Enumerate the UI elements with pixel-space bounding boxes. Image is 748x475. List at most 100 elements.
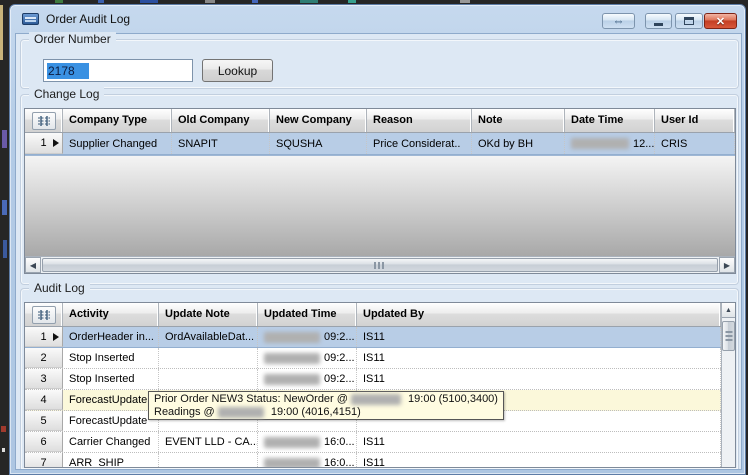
titlebar[interactable]: Order Audit Log ⇔ ✕	[10, 5, 745, 33]
resize-button[interactable]: ⇔	[602, 13, 635, 29]
audit-log-grid: Activity Update Note Updated Time Update…	[24, 302, 736, 468]
desktop-fragment	[3, 240, 7, 258]
column-chooser-icon	[37, 115, 50, 126]
maximize-button[interactable]	[675, 13, 703, 29]
audit-log-row-2[interactable]: 2 Stop Inserted 09:2... IS11	[25, 348, 721, 369]
cell-old-company[interactable]: SNAPIT	[172, 133, 270, 154]
column-chooser-button[interactable]	[31, 111, 56, 130]
minimize-button[interactable]	[645, 13, 672, 29]
desktop-fragment	[252, 0, 258, 3]
redacted-date	[351, 394, 401, 405]
desktop-fragment	[140, 0, 158, 3]
scroll-right-button[interactable]: ▶	[719, 257, 735, 273]
cell-new-company[interactable]: SQUSHA	[270, 133, 367, 154]
column-header-updated-by[interactable]: Updated By	[357, 303, 721, 326]
scroll-up-button[interactable]: ▲	[722, 303, 735, 318]
scroll-right-icon: ▶	[723, 260, 731, 270]
row-number-cell[interactable]: 6	[25, 432, 63, 452]
forecast-tooltip: Prior Order NEW3 Status: NewOrder @ 19:0…	[148, 391, 504, 420]
cell-updated-time[interactable]: 09:2...	[258, 369, 357, 389]
cell-updated-time[interactable]: 16:0...	[258, 453, 357, 467]
column-header-old-company[interactable]: Old Company	[172, 109, 270, 132]
column-chooser-button[interactable]	[31, 305, 56, 324]
redacted-date	[571, 138, 629, 149]
audit-log-row-3[interactable]: 3 Stop Inserted 09:2... IS11	[25, 369, 721, 390]
row-number-cell[interactable]: 1	[25, 133, 63, 154]
row-number-cell[interactable]: 4	[25, 390, 63, 410]
change-log-label: Change Log	[29, 87, 105, 101]
cell-update-note[interactable]: OrdAvailableDat...	[159, 327, 258, 347]
cell-updated-by[interactable]: IS11	[357, 327, 721, 347]
cell-company-type[interactable]: Supplier Changed	[63, 133, 172, 154]
cell-reason[interactable]: Price Considerat..	[367, 133, 472, 154]
row-indicator-icon	[53, 139, 59, 147]
cell-updated-time[interactable]: 16:0...	[258, 432, 357, 452]
column-header-note[interactable]: Note	[472, 109, 565, 132]
redacted-date	[264, 436, 320, 448]
cell-updated-by[interactable]: IS11	[357, 453, 721, 467]
cell-updated-by[interactable]: IS11	[357, 369, 721, 389]
column-header-updated-time[interactable]: Updated Time	[258, 303, 357, 326]
vertical-scrollbar[interactable]: ▲	[721, 303, 735, 467]
row-number-cell[interactable]: 2	[25, 348, 63, 368]
column-header-user-id[interactable]: User Id	[655, 109, 735, 132]
column-header-update-note[interactable]: Update Note	[159, 303, 258, 326]
redacted-date	[217, 407, 264, 418]
cell-note[interactable]: OKd by BH	[472, 133, 565, 154]
scroll-grip-icon	[725, 331, 732, 341]
order-number-input[interactable]: 2178	[43, 59, 193, 82]
cell-update-note[interactable]: EVENT LLD - CA...	[159, 432, 258, 452]
grid-empty-area	[25, 155, 735, 259]
desktop-fragment	[0, 5, 3, 60]
column-header-activity[interactable]: Activity	[63, 303, 159, 326]
grid-corner-cell[interactable]	[25, 303, 63, 326]
grid-corner-cell[interactable]	[25, 109, 63, 132]
column-header-date-time[interactable]: Date Time	[565, 109, 655, 132]
desktop-fragment	[2, 448, 5, 452]
audit-log-header-row: Activity Update Note Updated Time Update…	[25, 303, 721, 327]
row-number-cell[interactable]: 3	[25, 369, 63, 389]
cell-update-note[interactable]	[159, 348, 258, 368]
column-header-reason[interactable]: Reason	[367, 109, 472, 132]
maximize-icon	[684, 17, 694, 25]
cell-updated-time[interactable]: 09:2...	[258, 348, 357, 368]
cell-activity[interactable]: OrderHeader in...	[63, 327, 159, 347]
order-number-groupbox: Order Number 2178 Lookup	[20, 32, 739, 89]
column-header-new-company[interactable]: New Company	[270, 109, 367, 132]
cell-activity[interactable]: ForecastUpdate	[63, 390, 159, 410]
row-number-cell[interactable]: 7	[25, 453, 63, 467]
redacted-date	[264, 373, 320, 385]
cell-activity[interactable]: Carrier Changed	[63, 432, 159, 452]
horizontal-scrollbar[interactable]: ◀ ▶	[25, 256, 735, 273]
cell-activity[interactable]: Stop Inserted	[63, 369, 159, 389]
cell-updated-by[interactable]: IS11	[357, 432, 721, 452]
audit-log-groupbox: Audit Log Activity Update Note Updated T…	[20, 281, 739, 469]
vertical-scroll-thumb[interactable]	[722, 321, 735, 351]
desktop-fragment	[2, 200, 7, 215]
cell-updated-by[interactable]: IS11	[357, 348, 721, 368]
audit-log-row-6[interactable]: 6 Carrier Changed EVENT LLD - CA... 16:0…	[25, 432, 721, 453]
double-arrow-icon: ⇔	[612, 14, 625, 28]
cell-activity[interactable]: ForecastUpdate	[63, 411, 159, 431]
cell-update-note[interactable]	[159, 369, 258, 389]
cell-date-time[interactable]: 12...	[565, 133, 655, 154]
desktop-fragment	[1, 426, 6, 432]
cell-activity[interactable]: Stop Inserted	[63, 348, 159, 368]
column-header-company-type[interactable]: Company Type	[63, 109, 172, 132]
horizontal-scroll-thumb[interactable]	[42, 258, 718, 272]
cell-updated-time[interactable]: 09:2...	[258, 327, 357, 347]
app-icon	[22, 13, 39, 25]
close-button[interactable]: ✕	[704, 13, 737, 29]
change-log-grid: Company Type Old Company New Company Rea…	[24, 108, 736, 274]
audit-log-row-7[interactable]: 7 ARR_SHIP 16:0... IS11	[25, 453, 721, 467]
row-indicator-icon	[53, 332, 59, 341]
scroll-left-button[interactable]: ◀	[25, 257, 41, 273]
cell-user-id[interactable]: CRIS	[655, 133, 735, 154]
cell-activity[interactable]: ARR_SHIP	[63, 453, 159, 467]
row-number-cell[interactable]: 5	[25, 411, 63, 431]
cell-update-note[interactable]	[159, 453, 258, 467]
audit-log-row-1[interactable]: 1 OrderHeader in... OrdAvailableDat... 0…	[25, 327, 721, 348]
lookup-button[interactable]: Lookup	[202, 59, 273, 82]
row-number-cell[interactable]: 1	[25, 327, 63, 347]
change-log-row-1[interactable]: 1 Supplier Changed SNAPIT SQUSHA Price C…	[25, 133, 735, 155]
